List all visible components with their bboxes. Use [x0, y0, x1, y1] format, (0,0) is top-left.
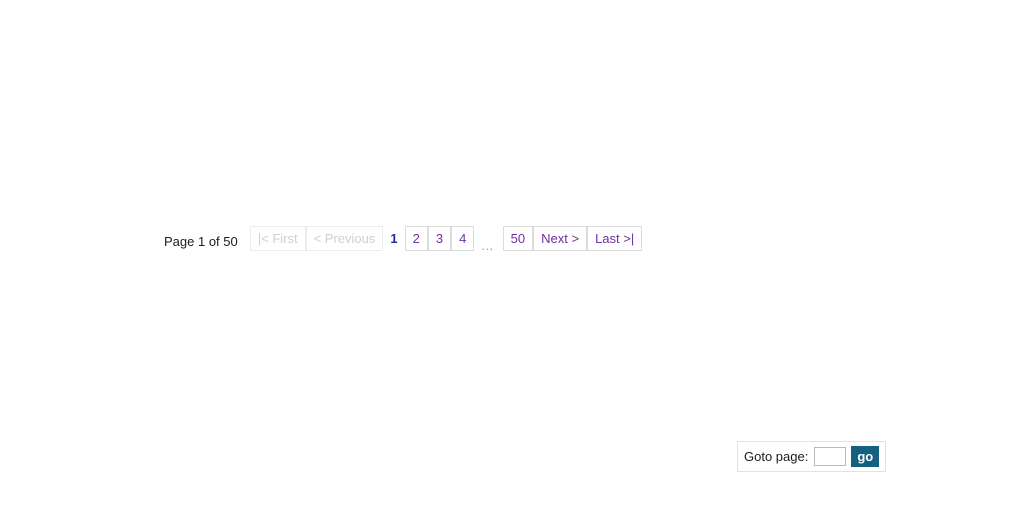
goto-page-box: Goto page: go [737, 441, 887, 472]
pagination-last-button[interactable]: Last >| [587, 225, 643, 251]
page-body: { "pagination": { "status_text": "Page 1… [0, 0, 1024, 510]
pagination-controls: |< First < Previous 1 2 3 4... 50 Next > Last >| [249, 225, 643, 257]
pagination-item: 2 [404, 225, 428, 257]
pagination-item: < Previous [305, 225, 384, 257]
pagination-page-3-button[interactable]: 3 [427, 225, 452, 251]
pagination-item: Last >| [587, 225, 643, 257]
pagination-page-50-button[interactable]: 50 [502, 225, 534, 251]
pagination-left-group: Page 1 of 50 |< First < Previous 1 2 3 4... 50… [164, 218, 643, 264]
pagination-page-2-button[interactable]: 2 [404, 225, 428, 251]
pagination-page-4-button[interactable]: 4 [451, 225, 475, 251]
pagination-ellipsis: ... [481, 237, 494, 253]
pagination-item: Next > [533, 225, 588, 257]
goto-page-label: Goto page: [744, 449, 809, 464]
pagination-bar: Page 1 of 50 |< First < Previous 1 2 3 4... 50… [0, 218, 1024, 472]
pagination-item: |< First [249, 225, 306, 257]
pagination-item: 1 [383, 226, 404, 257]
pagination-page-1-button: 1 [390, 230, 398, 246]
page-status-text: Page 1 of 50 [164, 233, 238, 249]
goto-page-input[interactable] [814, 447, 847, 466]
pagination-item: 3 [427, 225, 452, 257]
pagination-first-button: |< First [249, 225, 306, 251]
pagination-item: ... [474, 226, 502, 257]
pagination-item: 50 [502, 225, 534, 257]
pagination-previous-button: < Previous [305, 225, 384, 251]
goto-page-go-button[interactable]: go [851, 446, 880, 467]
pagination-item: 4 [451, 225, 475, 257]
pagination-next-button[interactable]: Next > [533, 225, 588, 251]
